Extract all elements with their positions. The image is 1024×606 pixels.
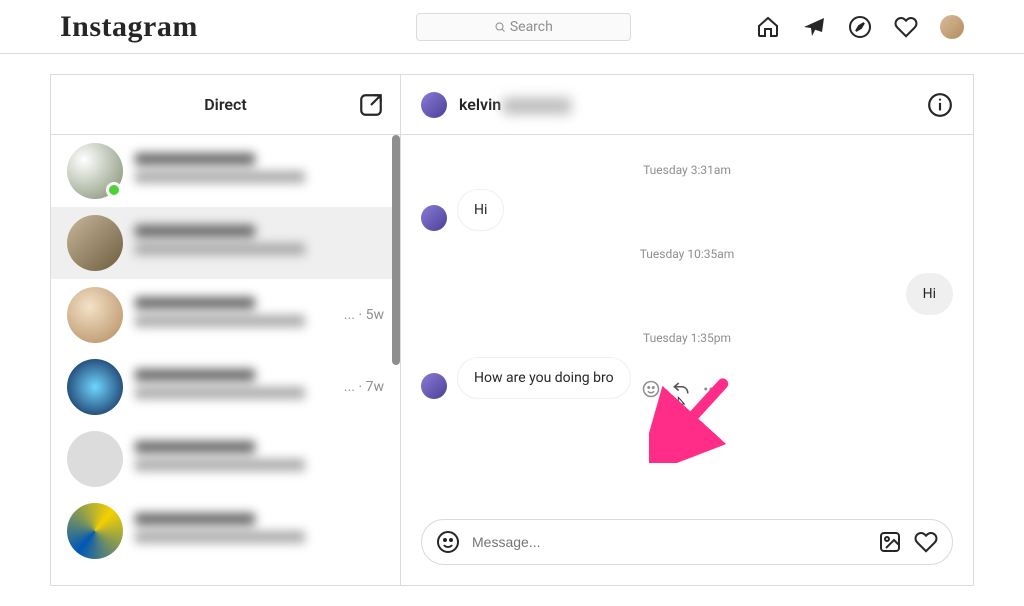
emoji-picker-icon[interactable] (436, 530, 460, 554)
thread-meta: ... · 7w (344, 379, 384, 395)
profile-avatar[interactable] (940, 15, 964, 39)
activity-heart-icon[interactable] (894, 15, 918, 39)
message-input[interactable] (472, 534, 866, 550)
chat-header: kelvin (401, 75, 973, 135)
chat-header-avatar[interactable] (421, 92, 447, 118)
message-composer[interactable] (421, 519, 953, 565)
thread-list[interactable]: ... · 5w ... · 7w (51, 135, 400, 585)
like-heart-icon[interactable] (914, 530, 938, 554)
timestamp: Tuesday 10:35am (421, 247, 953, 261)
messenger-icon[interactable] (802, 15, 826, 39)
avatar (67, 431, 123, 487)
home-icon[interactable] (756, 15, 780, 39)
avatar (67, 143, 123, 199)
thread-preview (135, 153, 372, 189)
message-bubble[interactable]: How are you doing bro (457, 357, 631, 399)
thread-item[interactable] (51, 495, 400, 567)
thread-preview (135, 369, 332, 405)
thread-item[interactable] (51, 207, 400, 279)
thread-item[interactable]: ... · 5w (51, 279, 400, 351)
avatar (67, 359, 123, 415)
info-icon[interactable] (927, 92, 953, 118)
thread-item[interactable]: ... · 7w (51, 351, 400, 423)
avatar (67, 215, 123, 271)
more-options-icon[interactable] (701, 379, 721, 399)
direct-header: Direct (51, 75, 400, 135)
explore-icon[interactable] (848, 15, 872, 39)
pointer-cursor-icon (673, 395, 689, 417)
message-bubble[interactable]: Hi (457, 189, 504, 231)
search-input[interactable]: Search (416, 13, 631, 41)
presence-dot (106, 182, 122, 198)
scrollbar[interactable] (392, 135, 400, 365)
thread-preview (135, 297, 332, 333)
add-photo-icon[interactable] (878, 530, 902, 554)
compose-icon[interactable] (358, 92, 384, 118)
main-content: Direct ... · 5w (0, 54, 1024, 606)
search-icon (494, 21, 506, 33)
reply-icon[interactable] (671, 379, 691, 399)
thread-meta: ... · 5w (344, 307, 384, 323)
message-bubble[interactable]: Hi (906, 273, 953, 315)
chat-panel: kelvin Tuesday 3:31am Hi Tuesday 10:35am… (400, 74, 974, 586)
message-row: Hi (421, 189, 953, 231)
chat-body: Tuesday 3:31am Hi Tuesday 10:35am Hi Tue… (401, 135, 973, 503)
timestamp: Tuesday 3:31am (421, 163, 953, 177)
message-avatar[interactable] (421, 373, 447, 399)
message-row: How are you doing bro (421, 357, 953, 399)
message-row: Hi (421, 273, 953, 315)
top-nav: Instagram Search (0, 0, 1024, 54)
thread-item[interactable] (51, 423, 400, 495)
react-emoji-icon[interactable] (641, 379, 661, 399)
instagram-logo[interactable]: Instagram (60, 10, 198, 44)
thread-item[interactable] (51, 135, 400, 207)
message-avatar[interactable] (421, 205, 447, 231)
thread-preview (135, 513, 372, 549)
chat-username[interactable]: kelvin (459, 95, 571, 114)
direct-sidebar: Direct ... · 5w (50, 74, 400, 586)
search-placeholder: Search (510, 19, 553, 35)
thread-preview (135, 225, 372, 261)
message-actions (641, 379, 721, 399)
thread-preview (135, 441, 372, 477)
direct-title: Direct (204, 95, 247, 114)
avatar (67, 287, 123, 343)
avatar (67, 503, 123, 559)
timestamp: Tuesday 1:35pm (421, 331, 953, 345)
